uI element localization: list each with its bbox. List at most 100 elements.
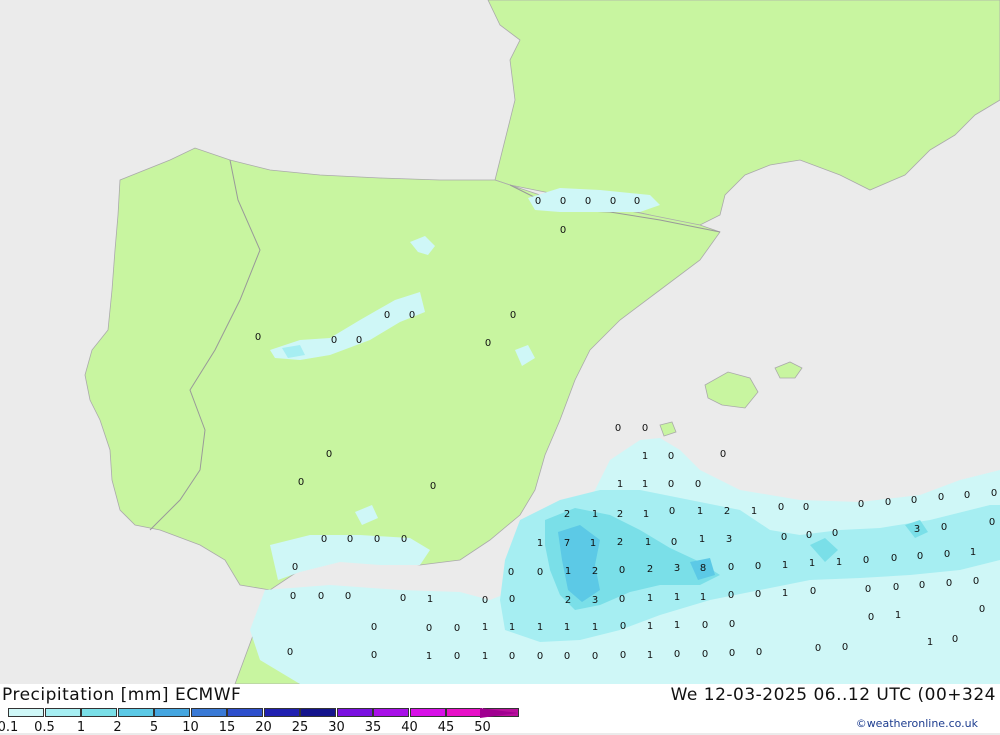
precip-value: 0: [964, 490, 970, 501]
precip-value: 0: [778, 502, 784, 513]
precip-value: 0: [290, 591, 296, 602]
legend-swatch: [409, 708, 446, 717]
precip-value: 1: [642, 451, 648, 462]
precip-value: 0: [371, 622, 377, 633]
legend-swatch: [117, 708, 154, 717]
precip-value: 0: [695, 479, 701, 490]
precip-value: 0: [728, 590, 734, 601]
precip-value: 0: [941, 522, 947, 533]
precip-value: 2: [564, 509, 570, 520]
precip-value: 1: [970, 547, 976, 558]
precip-value: 0: [729, 619, 735, 630]
precip-value: 0: [298, 477, 304, 488]
precip-value: 1: [699, 534, 705, 545]
precip-value: 0: [720, 449, 726, 460]
precip-value: 0: [409, 310, 415, 321]
precip-value: 0: [979, 604, 985, 615]
legend-swatch: [300, 708, 336, 717]
legend-swatch: [154, 708, 190, 717]
precip-value: 0: [454, 623, 460, 634]
precip-value: 0: [674, 649, 680, 660]
precip-value: 0: [891, 553, 897, 564]
precip-value: 0: [331, 335, 337, 346]
precip-value: 1: [482, 622, 488, 633]
precip-value: 1: [482, 651, 488, 662]
precip-value: 0: [401, 534, 407, 545]
legend-swatch: [190, 708, 227, 717]
precip-value: 1: [592, 509, 598, 520]
precip-value: 3: [674, 563, 680, 574]
precip-value: 1: [537, 622, 543, 633]
precip-value: 0: [560, 225, 566, 236]
precip-value: 0: [668, 479, 674, 490]
precip-value: 0: [702, 620, 708, 631]
legend-swatch: [81, 708, 117, 717]
credit-link[interactable]: ©weatheronline.co.uk: [856, 717, 978, 730]
legend-swatch: [8, 708, 44, 717]
legend-swatch: [263, 708, 300, 717]
precip-value: 0: [885, 497, 891, 508]
precip-value: 0: [952, 634, 958, 645]
precip-value: 0: [430, 481, 436, 492]
precip-value: 0: [911, 495, 917, 506]
precip-value: 0: [610, 196, 616, 207]
precip-value: 0: [858, 499, 864, 510]
precip-value: 0: [356, 335, 362, 346]
precip-value: 0: [619, 565, 625, 576]
precip-value: 0: [321, 534, 327, 545]
precip-value: 0: [318, 591, 324, 602]
precip-value: 1: [564, 622, 570, 633]
precip-value: 0: [485, 338, 491, 349]
precip-value: 0: [938, 492, 944, 503]
precip-value: 1: [647, 621, 653, 632]
precip-value: 3: [726, 534, 732, 545]
precip-value: 1: [751, 506, 757, 517]
precip-value: 0: [755, 561, 761, 572]
precip-value: 0: [810, 586, 816, 597]
precip-value: 8: [700, 563, 706, 574]
precip-value: 0: [946, 578, 952, 589]
precip-value: 1: [642, 479, 648, 490]
precip-value: 0: [510, 310, 516, 321]
precip-value: 2: [565, 595, 571, 606]
precip-value: 2: [724, 506, 730, 517]
precip-value: 0: [509, 651, 515, 662]
precip-value: 0: [991, 488, 997, 499]
precip-value: 0: [287, 647, 293, 658]
precip-value: 2: [617, 537, 623, 548]
precip-value: 0: [865, 584, 871, 595]
precip-value: 0: [326, 449, 332, 460]
precip-value: 0: [400, 593, 406, 604]
precip-value: 1: [643, 509, 649, 520]
precip-value: 1: [426, 651, 432, 662]
precip-value: 0: [535, 196, 541, 207]
precip-value: 1: [647, 650, 653, 661]
legend-arrow-icon: [480, 708, 518, 718]
precip-value: 0: [728, 562, 734, 573]
precip-value: 1: [700, 592, 706, 603]
precip-value: 1: [782, 560, 788, 571]
precip-value: 0: [755, 589, 761, 600]
precip-value: 7: [564, 538, 570, 549]
precip-value: 1: [537, 538, 543, 549]
precip-value: 0: [426, 623, 432, 634]
precip-value: 0: [615, 423, 621, 434]
precip-value: 0: [832, 528, 838, 539]
precip-value: 3: [914, 524, 920, 535]
precip-value: 0: [863, 555, 869, 566]
precip-value: 0: [585, 196, 591, 207]
precip-value: 0: [806, 530, 812, 541]
precip-value: 2: [647, 564, 653, 575]
legend-swatch: [44, 708, 81, 717]
precip-value: 0: [619, 594, 625, 605]
precip-value: 1: [674, 620, 680, 631]
precip-value: 0: [669, 506, 675, 517]
precip-value: 0: [781, 532, 787, 543]
precip-value: 0: [560, 196, 566, 207]
precip-value: 0: [537, 567, 543, 578]
precip-value: 0: [509, 594, 515, 605]
precip-value: 3: [592, 595, 598, 606]
precip-value: 0: [919, 580, 925, 591]
precip-value: 0: [729, 648, 735, 659]
precip-value: 0: [989, 517, 995, 528]
